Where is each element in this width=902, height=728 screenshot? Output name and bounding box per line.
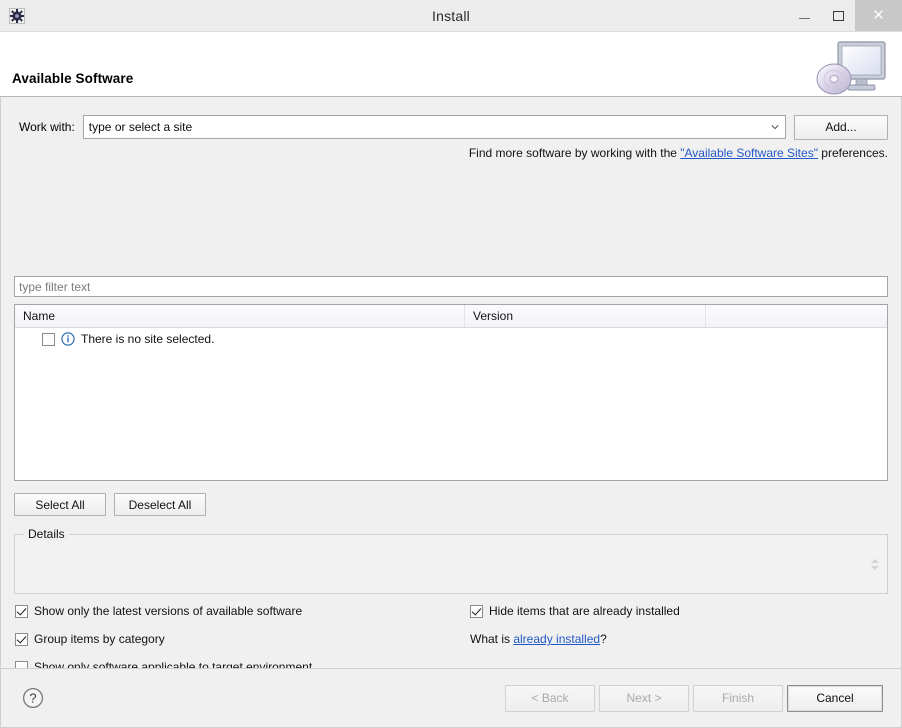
checkbox-latest-versions[interactable]: [15, 604, 28, 618]
work-with-row: Work with: type or select a site Add...: [1, 114, 901, 140]
filter-input[interactable]: type filter text: [14, 276, 888, 297]
add-button[interactable]: Add...: [794, 114, 888, 140]
spinner-down-arrow[interactable]: [870, 565, 879, 570]
dialog-body: Work with: type or select a site Add... …: [0, 97, 902, 702]
checkbox-hide-installed[interactable]: [470, 604, 483, 618]
already-installed-link[interactable]: already installed: [513, 632, 600, 646]
dialog-footer: ? < Back Next > Finish Cancel: [0, 668, 902, 728]
chevron-down-icon[interactable]: [765, 116, 785, 138]
minimize-button[interactable]: [787, 0, 821, 31]
column-header-version[interactable]: Version: [465, 305, 706, 327]
maximize-icon: [832, 10, 844, 21]
find-more-software-text: Find more software by working with the "…: [469, 146, 888, 160]
selection-buttons-row: Select All Deselect All: [14, 493, 206, 516]
window-title: Install: [432, 7, 470, 24]
what-is-prefix: What is: [470, 632, 514, 646]
table-header: Name Version: [15, 305, 887, 328]
filter-placeholder: type filter text: [19, 279, 91, 294]
minimize-icon: [798, 18, 810, 19]
row-checkbox[interactable]: [42, 332, 55, 346]
details-legend: Details: [24, 527, 69, 541]
window-controls: ✕: [787, 0, 902, 31]
finish-button[interactable]: Finish: [693, 684, 783, 712]
spinner-up-arrow[interactable]: [870, 558, 879, 563]
what-is-suffix: ?: [600, 632, 607, 646]
help-icon[interactable]: ?: [22, 687, 44, 709]
install-dialog-window: Install ✕ Available Software Select a si…: [0, 0, 902, 728]
wizard-buttons: < Back Next > Finish Cancel: [505, 684, 883, 712]
row-name-label: There is no site selected.: [81, 332, 215, 346]
available-software-table[interactable]: Name Version There is no site selected.: [14, 304, 888, 481]
next-button[interactable]: Next >: [599, 684, 689, 712]
deselect-all-button[interactable]: Deselect All: [114, 493, 206, 516]
spinner-icon[interactable]: [868, 554, 881, 574]
select-all-button[interactable]: Select All: [14, 493, 106, 516]
what-is-already-installed: What is already installed?: [470, 632, 680, 646]
options-right-column: Hide items that are already installed Wh…: [456, 602, 680, 646]
work-with-label: Work with:: [19, 120, 75, 134]
cancel-button[interactable]: Cancel: [787, 684, 883, 712]
title-bar: Install ✕: [0, 0, 902, 32]
column-header-extra[interactable]: [706, 305, 887, 327]
column-header-name[interactable]: Name: [15, 305, 465, 327]
find-more-suffix: preferences.: [817, 146, 888, 160]
close-button[interactable]: ✕: [855, 0, 902, 31]
option-hide-installed[interactable]: Hide items that are already installed: [470, 602, 680, 620]
app-gear-icon: [9, 7, 25, 24]
option-group-by-category-label: Group items by category: [34, 632, 165, 646]
option-hide-installed-label: Hide items that are already installed: [489, 604, 680, 618]
computer-with-disc-icon: [808, 36, 896, 98]
dialog-banner: Available Software Select a site or ente…: [0, 32, 902, 112]
maximize-button[interactable]: [821, 0, 855, 31]
find-more-prefix: Find more software by working with the: [468, 146, 681, 160]
svg-text:?: ?: [29, 691, 36, 706]
option-latest-versions-label: Show only the latest versions of availab…: [34, 604, 303, 618]
banner-title: Available Software: [12, 71, 134, 86]
available-software-sites-link[interactable]: "Available Software Sites": [680, 146, 818, 160]
info-icon: [61, 332, 75, 346]
checkbox-group-by-category[interactable]: [15, 632, 28, 646]
details-group: Details: [14, 527, 888, 594]
table-row[interactable]: There is no site selected.: [15, 328, 887, 350]
work-with-value: type or select a site: [88, 120, 193, 134]
back-button[interactable]: < Back: [505, 684, 595, 712]
dialog-content: Work with: type or select a site Add... …: [1, 97, 901, 702]
work-with-combo[interactable]: type or select a site: [82, 115, 786, 139]
